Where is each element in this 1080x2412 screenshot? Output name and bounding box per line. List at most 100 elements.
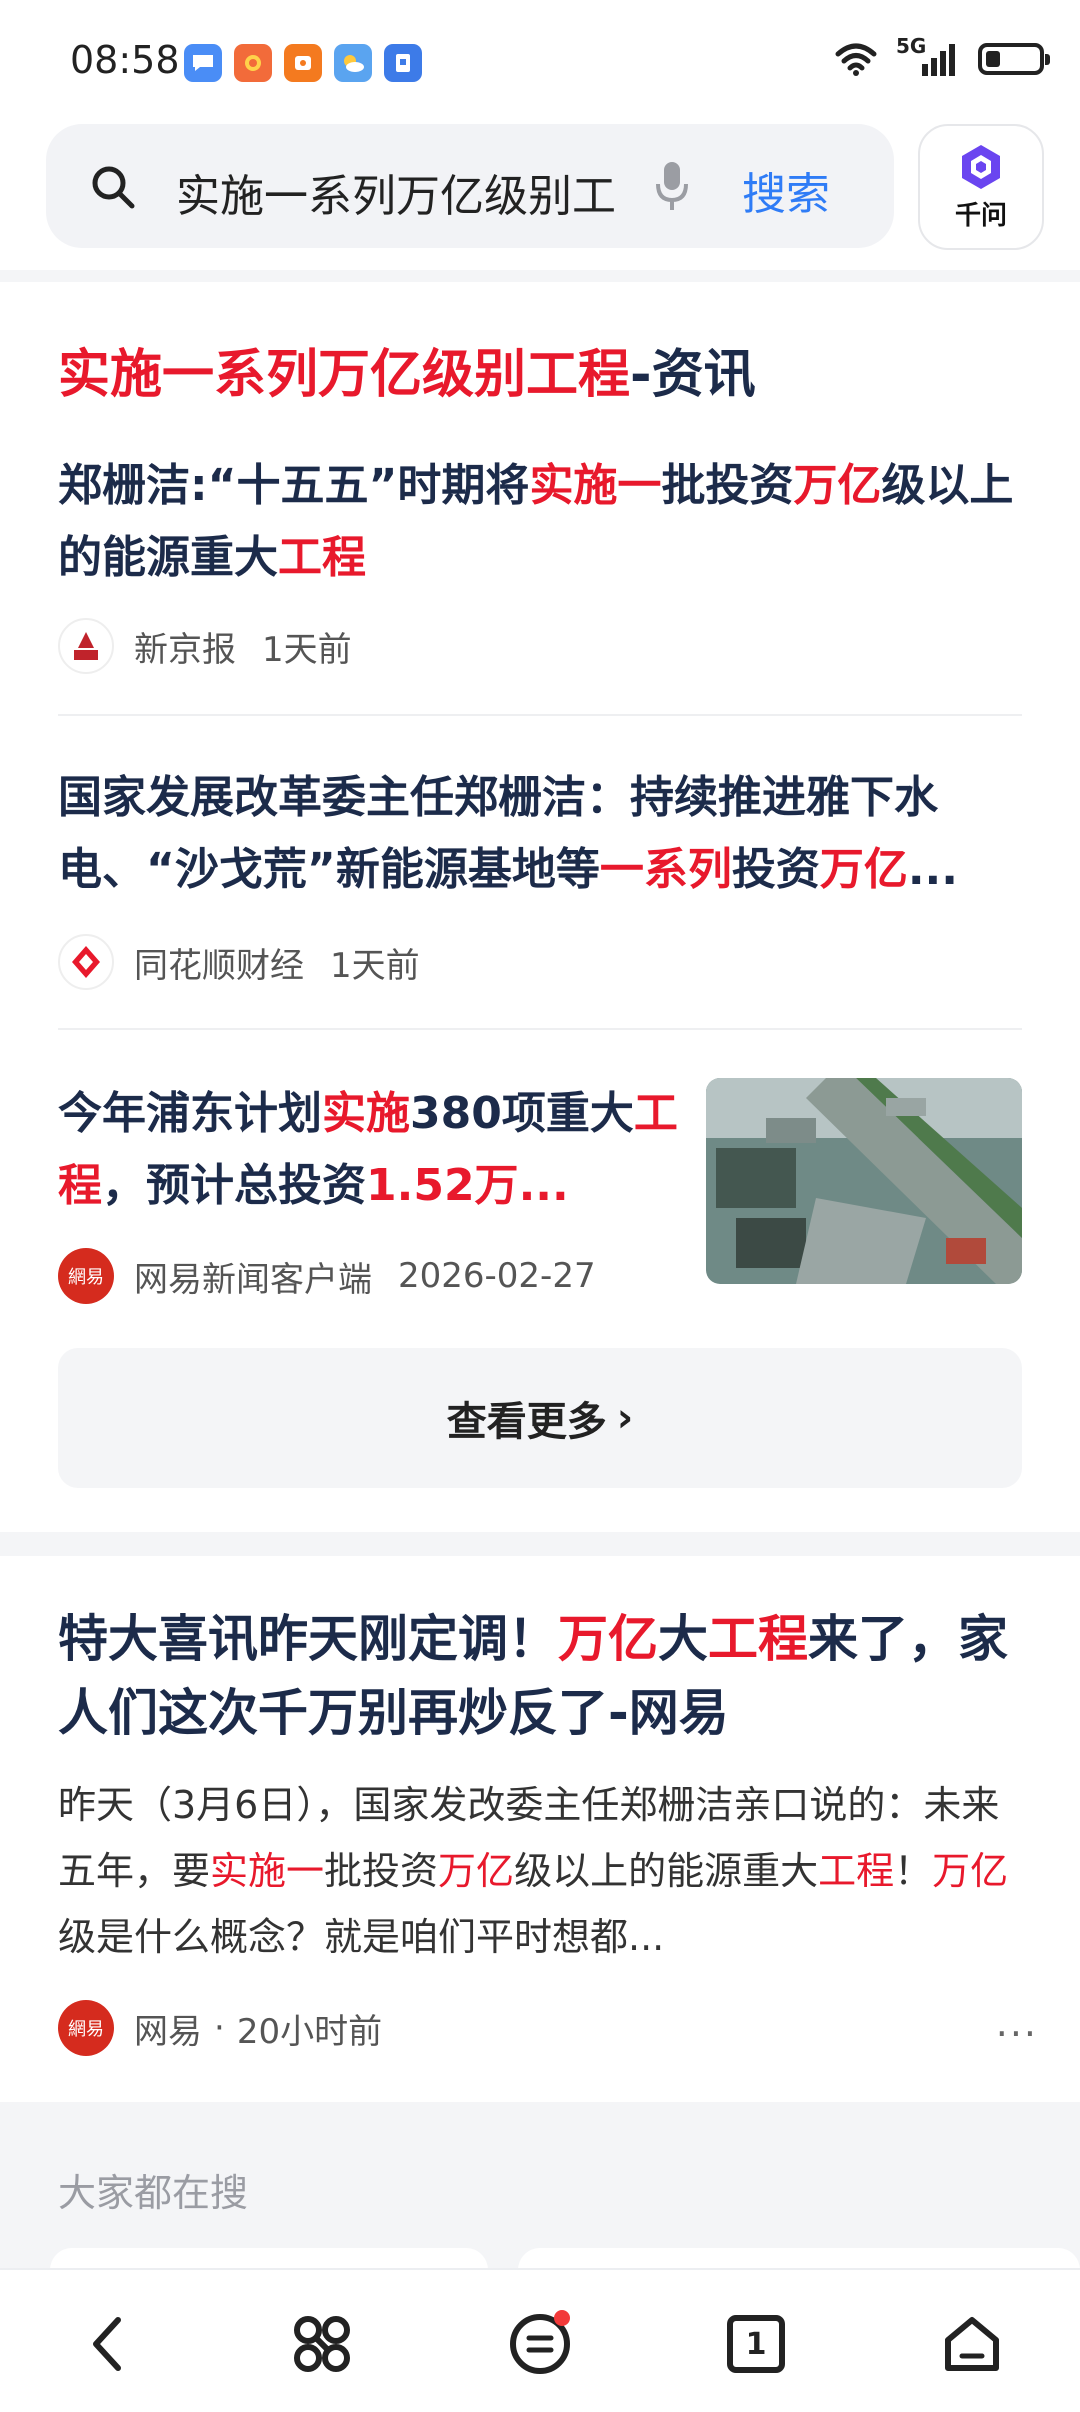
tab-count: 1 bbox=[745, 2326, 767, 2362]
title-highlight: 工程 bbox=[708, 1610, 808, 1668]
more-options-icon[interactable]: ··· bbox=[996, 2012, 1038, 2056]
tonghuashun-logo-icon bbox=[58, 934, 114, 990]
news-item-title: 郑栅洁:“十五五”时期将实施一批投资万亿级以上的能源重大工程 bbox=[58, 450, 1022, 594]
title-highlight: 万亿 bbox=[819, 844, 908, 895]
title-highlight: 万亿 bbox=[558, 1610, 658, 1668]
cellular-signal-icon: 5G bbox=[896, 34, 960, 78]
news-card-title-highlight: 实施一系列万亿级别工程 bbox=[58, 345, 631, 405]
notification-dot bbox=[554, 2310, 570, 2326]
home-icon bbox=[945, 2317, 999, 2371]
news-thumbnail-image[interactable] bbox=[706, 1078, 1022, 1284]
search-icon bbox=[92, 166, 135, 209]
hot-search-section: 大家都在搜 bbox=[0, 2102, 1080, 2308]
article-title[interactable]: 特大喜讯昨天刚定调！万亿大工程来了，家人们这次千万别再炒反了-网易 bbox=[58, 1602, 1018, 1750]
title-highlight: 工程 bbox=[278, 532, 366, 583]
command-icon bbox=[294, 2316, 350, 2372]
title-text: 今年浦东计划 bbox=[58, 1088, 322, 1139]
xinjingbao-logo-icon bbox=[58, 618, 114, 674]
qianwen-logo-icon bbox=[962, 144, 1000, 189]
article-result-card[interactable]: 特大喜讯昨天刚定调！万亿大工程来了，家人们这次千万别再炒反了-网易 昨天（3月6… bbox=[0, 1556, 1080, 2102]
qianwen-label: 千问 bbox=[954, 200, 1007, 231]
view-more-button[interactable]: 查看更多 › bbox=[58, 1348, 1022, 1488]
netease-logo-text: 網易 bbox=[68, 2019, 104, 2040]
wifi-icon bbox=[835, 43, 877, 76]
source-logo-graphic bbox=[66, 626, 106, 666]
abstract-highlight: 实施一 bbox=[210, 1849, 325, 1893]
chevron-left-icon bbox=[93, 2317, 121, 2371]
title-text: 特大喜讯昨天刚定调！ bbox=[58, 1610, 558, 1668]
divider bbox=[58, 1028, 1022, 1030]
abstract-text: 级以上的能源重大 bbox=[514, 1849, 819, 1893]
news-item[interactable]: 今年浦东计划实施380项重大工程，预计总投资1.52万... 網易 网易新闻客户… bbox=[58, 1078, 1022, 1304]
article-abstract: 昨天（3月6日），国家发改委主任郑栅洁亲口说的：未来五年，要实施一批投资万亿级以… bbox=[58, 1772, 1018, 1970]
battery-icon bbox=[978, 43, 1050, 75]
news-item-meta: 同花顺财经 1天前 bbox=[58, 934, 420, 990]
news-item-title: 今年浦东计划实施380项重大工程，预计总投资1.52万... bbox=[58, 1078, 678, 1222]
news-time: 2026-02-27 bbox=[398, 1256, 596, 1296]
search-header: 实施一系列万亿级别工 搜索 千问 bbox=[0, 120, 1080, 270]
status-bar: 08:58 5G bbox=[0, 0, 1080, 120]
title-text: 380项重大 bbox=[410, 1088, 634, 1139]
abstract-highlight: 工程 bbox=[818, 1849, 895, 1893]
search-query-text[interactable]: 实施一系列万亿级别工 bbox=[176, 160, 676, 224]
menu-button[interactable] bbox=[500, 2304, 580, 2384]
meta-separator: · bbox=[214, 2008, 225, 2048]
news-item-meta: 新京报 1天前 bbox=[58, 618, 352, 674]
news-card-title[interactable]: 实施一系列万亿级别工程-资讯 bbox=[58, 332, 756, 407]
article-meta: 網易 网易 · 20小时前 bbox=[58, 2000, 382, 2056]
title-text: ，预计总投资 bbox=[102, 1160, 366, 1211]
home-button[interactable] bbox=[932, 2304, 1012, 2384]
news-item-meta: 網易 网易新闻客户端 2026-02-27 bbox=[58, 1248, 596, 1304]
news-aggregate-card: 实施一系列万亿级别工程-资讯 郑栅洁:“十五五”时期将实施一批投资万亿级以上的能… bbox=[0, 282, 1080, 1532]
title-highlight: 实施一 bbox=[529, 460, 662, 511]
status-time: 08:58 bbox=[70, 38, 180, 82]
netease-logo-text: 網易 bbox=[68, 1267, 104, 1288]
microphone-icon[interactable] bbox=[654, 160, 690, 214]
message-app-icon bbox=[184, 44, 222, 82]
netease-logo-icon: 網易 bbox=[58, 1248, 114, 1304]
view-more-label: 查看更多 bbox=[446, 1399, 607, 1445]
search-input[interactable]: 实施一系列万亿级别工 搜索 bbox=[46, 124, 894, 248]
divider bbox=[58, 714, 1022, 716]
title-highlight: 实施 bbox=[322, 1088, 410, 1139]
title-ellipsis: ... bbox=[907, 844, 958, 895]
chevron-right-icon: › bbox=[616, 1395, 634, 1441]
back-button[interactable] bbox=[68, 2304, 148, 2384]
qianwen-ai-button[interactable]: 千问 bbox=[918, 124, 1044, 250]
title-highlight: 万亿 bbox=[793, 460, 882, 511]
status-notification-icons bbox=[184, 44, 422, 82]
weather-app-icon bbox=[334, 44, 372, 82]
bottom-navigation: 1 bbox=[0, 2268, 1080, 2412]
video-app-icon bbox=[284, 44, 322, 82]
abstract-text: 批投资 bbox=[324, 1849, 439, 1893]
netease-logo-icon: 網易 bbox=[58, 2000, 114, 2056]
news-item[interactable]: 国家发展改革委主任郑栅洁：持续推进雅下水电、“沙戈荒”新能源基地等一系列投资万亿… bbox=[58, 762, 1022, 990]
title-text: 投资 bbox=[731, 844, 820, 895]
abstract-text: ！ bbox=[894, 1849, 933, 1893]
news-card-title-suffix: -资讯 bbox=[630, 345, 756, 405]
title-text: 大 bbox=[658, 1610, 708, 1668]
search-button[interactable]: 搜索 bbox=[742, 158, 830, 222]
news-item-title: 国家发展改革委主任郑栅洁：持续推进雅下水电、“沙戈荒”新能源基地等一系列投资万亿… bbox=[58, 762, 1022, 906]
title-highlight: 1.52万 bbox=[366, 1160, 519, 1211]
title-text: 批投资 bbox=[661, 460, 794, 511]
news-source: 新京报 bbox=[134, 629, 236, 670]
abstract-highlight: 万亿 bbox=[932, 1849, 1009, 1893]
shopping-app-icon bbox=[234, 44, 272, 82]
news-item[interactable]: 郑栅洁:“十五五”时期将实施一批投资万亿级以上的能源重大工程 新京报 1天前 bbox=[58, 450, 1022, 674]
tabs-button[interactable]: 1 bbox=[716, 2304, 796, 2384]
status-right-icons: 5G bbox=[834, 34, 1050, 78]
aerial-city-photo bbox=[706, 1078, 1022, 1284]
abstract-text: 级是什么概念？就是咱们平时想都... bbox=[58, 1915, 665, 1959]
article-source: 网易 bbox=[134, 2011, 202, 2052]
title-text: 郑栅洁:“十五五”时期将 bbox=[58, 460, 530, 511]
hot-search-title: 大家都在搜 bbox=[58, 2171, 249, 2215]
security-app-icon bbox=[384, 44, 422, 82]
title-highlight: 一系列 bbox=[599, 844, 732, 895]
article-time: 20小时前 bbox=[236, 2011, 383, 2052]
news-time: 1天前 bbox=[262, 629, 352, 670]
abstract-highlight: 万亿 bbox=[438, 1849, 515, 1893]
source-logo-graphic bbox=[72, 946, 100, 978]
news-source: 同花顺财经 bbox=[134, 945, 304, 986]
apps-button[interactable] bbox=[282, 2304, 362, 2384]
